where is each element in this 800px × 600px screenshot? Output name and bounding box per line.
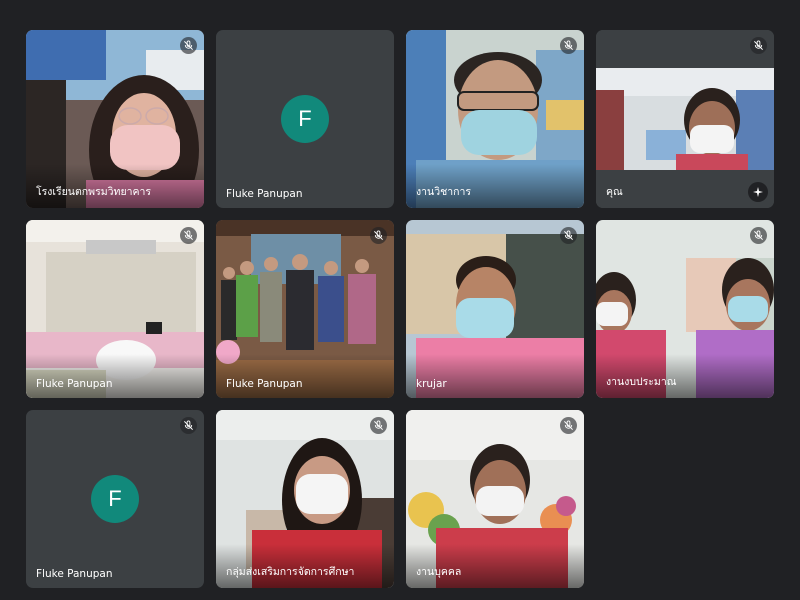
mic-off-icon bbox=[750, 37, 767, 54]
participant-tile[interactable]: F Fluke Panupan bbox=[26, 410, 204, 588]
participant-name: Fluke Panupan bbox=[36, 378, 113, 390]
mic-off-icon bbox=[370, 417, 387, 434]
mic-off-icon bbox=[180, 227, 197, 244]
participant-tile[interactable]: งานบุคคล bbox=[406, 410, 584, 588]
participant-name: Fluke Panupan bbox=[226, 188, 303, 200]
avatar: F bbox=[91, 475, 139, 523]
mic-off-icon bbox=[560, 417, 577, 434]
participant-tile[interactable]: krujar bbox=[406, 220, 584, 398]
mic-off-icon bbox=[560, 227, 577, 244]
participant-name: krujar bbox=[416, 378, 447, 390]
sparkle-icon[interactable] bbox=[748, 182, 768, 202]
mic-off-icon bbox=[180, 37, 197, 54]
mic-off-icon bbox=[750, 227, 767, 244]
participant-name: งานบุคคล bbox=[416, 566, 462, 578]
participant-tile[interactable]: คุณ bbox=[596, 30, 774, 208]
name-shade bbox=[216, 354, 394, 398]
mic-off-icon bbox=[370, 227, 387, 244]
name-shade bbox=[26, 354, 204, 398]
video-feed bbox=[596, 30, 774, 208]
mic-off-icon bbox=[180, 417, 197, 434]
participant-tile[interactable]: Fluke Panupan bbox=[216, 220, 394, 398]
participant-name: โรงเรียนตกพรมวิทยาคาร bbox=[36, 186, 152, 198]
participant-grid: โรงเรียนตกพรมวิทยาคาร F Fluke Panupan งา… bbox=[0, 0, 800, 600]
avatar: F bbox=[281, 95, 329, 143]
participant-tile[interactable]: Fluke Panupan bbox=[26, 220, 204, 398]
participant-name: คุณ bbox=[606, 186, 623, 198]
participant-tile[interactable]: งานงบประมาณ bbox=[596, 220, 774, 398]
participant-name: Fluke Panupan bbox=[226, 378, 303, 390]
participant-name: กลุ่มส่งเสริมการจัดการศึกษา bbox=[226, 566, 355, 578]
participant-tile[interactable]: โรงเรียนตกพรมวิทยาคาร bbox=[26, 30, 204, 208]
participant-name: งานงบประมาณ bbox=[606, 376, 677, 388]
participant-name: Fluke Panupan bbox=[36, 568, 113, 580]
participant-tile[interactable]: งานวิชาการ bbox=[406, 30, 584, 208]
participant-tile[interactable]: F Fluke Panupan bbox=[216, 30, 394, 208]
mic-off-icon bbox=[560, 37, 577, 54]
participant-name: งานวิชาการ bbox=[416, 186, 472, 198]
participant-tile[interactable]: กลุ่มส่งเสริมการจัดการศึกษา bbox=[216, 410, 394, 588]
window-resize-handle[interactable] bbox=[790, 0, 800, 10]
name-shade bbox=[406, 354, 584, 398]
